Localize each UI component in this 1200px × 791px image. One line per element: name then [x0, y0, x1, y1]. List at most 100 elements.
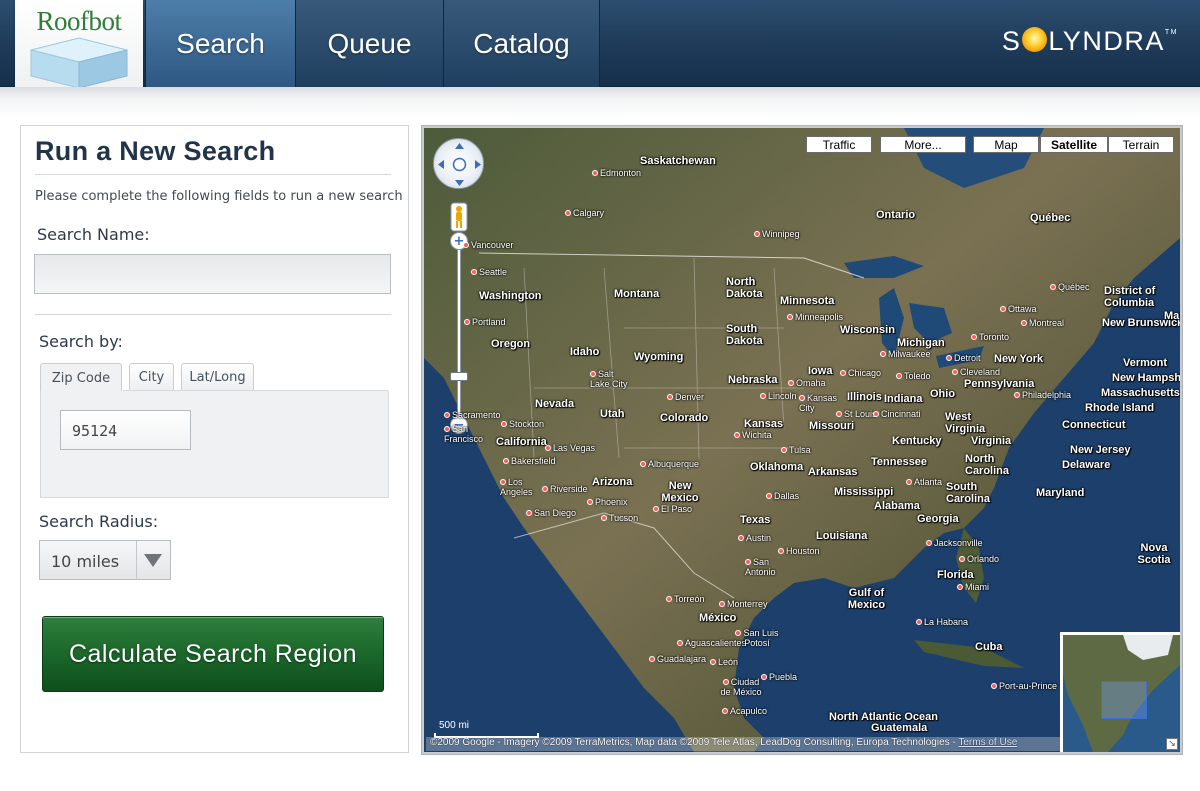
form-description: Please complete the following fields to …: [35, 189, 403, 204]
map-city-label: Cleveland: [952, 367, 1000, 377]
map-city-label: Kansas City: [799, 393, 838, 413]
map-city-label: Bakersfield: [503, 456, 556, 466]
overview-toggle-icon[interactable]: ↘: [1166, 738, 1178, 750]
map-city-label: Calgary: [565, 208, 604, 218]
map-copyright: ©2009 Google - Imagery ©2009 TerraMetric…: [426, 737, 1062, 751]
map-city-label: Torreón: [666, 594, 705, 604]
map-city-label: León: [710, 657, 738, 667]
map-city-label: San Diego: [526, 508, 576, 518]
map-city-label: El Paso: [653, 504, 692, 514]
zoom-slider-handle[interactable]: [450, 372, 468, 381]
map-city-label: Cincinnati: [873, 409, 921, 419]
map-city-label: Albuquerque: [640, 459, 699, 469]
map-city-label: St Louis: [836, 409, 877, 419]
tab-queue[interactable]: Queue: [296, 0, 444, 87]
divider: [35, 174, 391, 175]
tab-catalog[interactable]: Catalog: [444, 0, 600, 87]
divider: [35, 314, 391, 315]
trademark-mark: TM: [1164, 29, 1178, 36]
map-city-label: Orlando: [959, 554, 999, 564]
map-city-label: Wichita: [734, 430, 772, 440]
zip-code-input[interactable]: 95124: [60, 410, 191, 450]
zoom-slider-track[interactable]: [457, 240, 461, 426]
map-city-label: Houston: [778, 546, 820, 556]
map-city-label: Stockton: [501, 419, 544, 429]
map-city-label: La Habana: [916, 617, 968, 627]
map-type-satellite-button[interactable]: Satellite: [1040, 136, 1108, 153]
select-divider: [136, 541, 137, 579]
search-radius-value: 10 miles: [51, 552, 120, 571]
map-city-label: Denver: [667, 392, 704, 402]
pan-arrows-icon: [438, 143, 481, 186]
map-city-label: Omaha: [788, 378, 826, 388]
map-type-terrain-button[interactable]: Terrain: [1108, 136, 1174, 153]
map-city-label: Ottawa: [1000, 304, 1037, 314]
map-city-label: Minneapolis: [787, 312, 843, 322]
sun-icon: [1022, 27, 1048, 52]
map-city-label: Tulsa: [781, 445, 811, 455]
map-city-label: Vancouver: [463, 240, 513, 250]
tab-lat-long[interactable]: Lat/Long: [181, 363, 254, 391]
tab-search[interactable]: Search: [145, 0, 296, 87]
map-frame: Traffic More... Map Satellite Terrain + …: [421, 125, 1183, 755]
search-radius-label: Search Radius:: [39, 512, 159, 531]
map-city-label: Ciudad de México: [717, 677, 765, 697]
satellite-map[interactable]: Traffic More... Map Satellite Terrain + …: [424, 128, 1180, 752]
page-title: Run a New Search: [35, 136, 276, 166]
map-city-label: Monterrey: [719, 599, 768, 609]
map-city-label: Riverside: [542, 484, 588, 494]
search-form-panel: Run a New Search Please complete the fol…: [20, 125, 409, 753]
map-city-label: Toronto: [971, 332, 1009, 342]
map-city-label: Chicago: [840, 368, 881, 378]
scale-label: 500 mi: [439, 720, 470, 731]
map-city-label: Toledo: [896, 371, 931, 381]
calculate-search-region-button[interactable]: Calculate Search Region: [42, 616, 384, 692]
search-radius-select[interactable]: 10 miles: [39, 540, 171, 580]
search-name-input[interactable]: [34, 254, 391, 294]
search-name-label: Search Name:: [37, 225, 150, 244]
overview-viewport[interactable]: [1101, 681, 1147, 719]
map-city-label: Guadalajara: [649, 654, 706, 664]
map-city-label: Seattle: [471, 267, 507, 277]
map-city-label: Detroit: [946, 353, 981, 363]
chevron-down-icon[interactable]: [144, 554, 162, 567]
map-city-label: Atlanta: [906, 477, 942, 487]
map-city-label: Edmonton: [592, 168, 641, 178]
header-shadow-bar: [0, 87, 1200, 119]
map-city-label: San Antonio: [745, 557, 785, 577]
map-type-map-button[interactable]: Map: [973, 136, 1039, 153]
logo-cube-icon: [30, 37, 128, 89]
copyright-text: ©2009 Google - Imagery ©2009 TerraMetric…: [430, 737, 959, 748]
solyndra-logo: S LYNDRATM: [1001, 26, 1178, 56]
map-city-label: Portland: [464, 317, 506, 327]
map-city-label: Port-au-Prince: [991, 681, 1057, 691]
map-city-label: San Luis Potosí: [734, 628, 780, 648]
tab-zip-code[interactable]: Zip Code: [40, 363, 122, 392]
map-city-label: Puebla: [761, 672, 797, 682]
map-city-label: Miami: [957, 582, 989, 592]
map-type-traffic-button[interactable]: Traffic: [806, 136, 872, 153]
overview-map[interactable]: ↘: [1060, 632, 1180, 752]
map-city-label: San Francisco: [444, 424, 486, 444]
search-by-tab-body: 95124: [40, 390, 389, 498]
map-pan-control[interactable]: [433, 138, 484, 189]
tab-city[interactable]: City: [129, 363, 174, 391]
map-city-label: Montreal: [1021, 318, 1064, 328]
top-nav-bar: Roofbot Search Queue Catalog S LYNDRATM: [0, 0, 1200, 102]
map-city-label: Salt Lake City: [590, 369, 634, 389]
terms-of-use-link[interactable]: Terms of Use: [958, 737, 1017, 748]
map-city-label: Jacksonville: [926, 538, 983, 548]
map-city-label: Dallas: [766, 491, 799, 501]
search-by-label: Search by:: [39, 332, 123, 351]
map-city-label: Winnipeg: [754, 229, 800, 239]
map-city-label: Austin: [738, 533, 771, 543]
map-city-label: Milwaukee: [880, 349, 931, 359]
map-city-label: Phoenix: [587, 497, 628, 507]
map-city-label: Québec: [1050, 282, 1090, 292]
map-city-label: Las Vegas: [545, 443, 595, 453]
map-city-label: Tucson: [601, 513, 638, 523]
map-type-more-button[interactable]: More...: [880, 136, 966, 153]
map-city-label: Lincoln: [760, 391, 797, 401]
map-city-label: Acapulco: [722, 706, 767, 716]
street-view-pegman-icon[interactable]: [448, 201, 470, 233]
